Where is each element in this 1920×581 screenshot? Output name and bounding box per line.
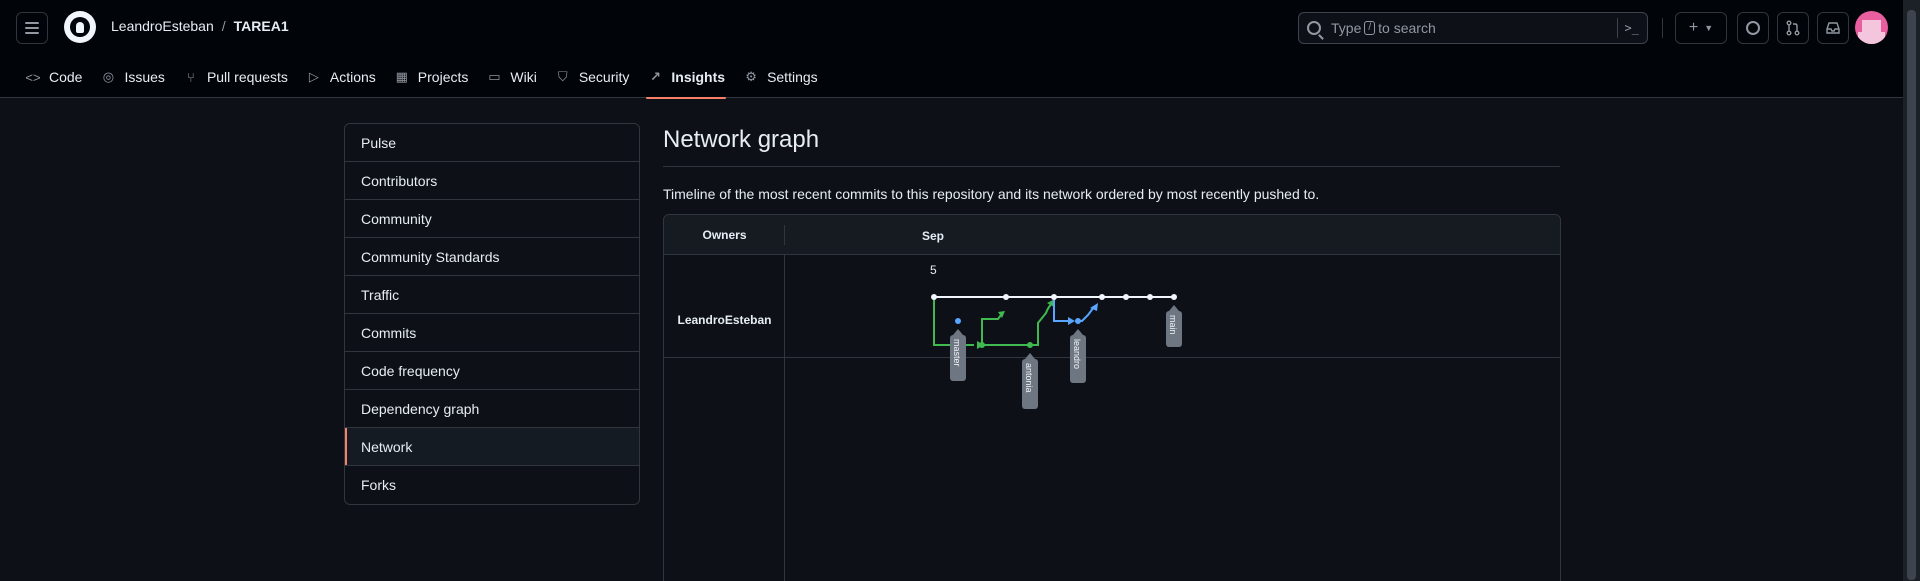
page-scrollbar[interactable] xyxy=(1903,0,1920,581)
table-icon: ▦ xyxy=(395,69,408,84)
issue-icon: ◎ xyxy=(102,69,115,84)
tab-pull-requests[interactable]: ⑂ Pull requests xyxy=(174,56,297,98)
commit-dot[interactable] xyxy=(1147,294,1153,300)
tab-label: Actions xyxy=(329,69,376,85)
title-divider xyxy=(663,166,1560,167)
branch-label-master[interactable]: master xyxy=(950,329,966,381)
issues-button[interactable] xyxy=(1737,12,1769,44)
menu-item-commits[interactable]: Commits xyxy=(345,314,639,352)
tab-label: Security xyxy=(578,69,630,85)
tab-settings[interactable]: ⚙ Settings xyxy=(734,56,827,98)
pull-request-icon: ⑂ xyxy=(187,69,195,85)
search-icon xyxy=(1307,21,1321,35)
play-icon: ▷ xyxy=(308,69,319,84)
gear-icon: ⚙ xyxy=(745,69,757,84)
tab-issues[interactable]: ◎ Issues xyxy=(91,56,173,98)
shield-icon: ⛉ xyxy=(557,69,568,84)
inbox-button[interactable] xyxy=(1817,12,1849,44)
insights-menu: Pulse Contributors Community Community Stan… xyxy=(344,123,640,505)
tab-label: Issues xyxy=(124,69,165,85)
tab-label: Insights xyxy=(671,69,726,85)
menu-item-contributors[interactable]: Contributors xyxy=(345,162,639,200)
search-input[interactable]: Type / to search >_ xyxy=(1298,12,1648,44)
header-divider xyxy=(1662,18,1663,38)
tab-projects[interactable]: ▦ Projects xyxy=(385,56,478,98)
commit-dot[interactable] xyxy=(1099,294,1105,300)
search-shortcut-key: / xyxy=(1364,21,1376,35)
issue-icon xyxy=(1746,21,1760,35)
page-description: Timeline of the most recent commits to t… xyxy=(663,186,1320,202)
graph-icon: ↗ xyxy=(649,69,661,84)
tab-wiki[interactable]: ▭ Wiki xyxy=(477,56,545,98)
menu-item-community-standards[interactable]: Community Standards xyxy=(345,238,639,276)
command-palette-icon[interactable]: >_ xyxy=(1617,18,1639,38)
branch-label-main[interactable]: main xyxy=(1166,305,1182,347)
commit-graph[interactable]: master antonia leandro main xyxy=(664,215,1561,415)
commit-dot[interactable] xyxy=(955,318,961,324)
breadcrumb-repo[interactable]: TAREA1 xyxy=(234,18,289,34)
repo-nav: <> Code ◎ Issues ⑂ Pull requests ▷ Actions ▦ Proj… xyxy=(16,56,827,99)
network-graph: Owners Sep LeandroEsteban 5 master anton… xyxy=(663,214,1561,581)
commit-dot[interactable] xyxy=(1123,294,1129,300)
menu-item-network[interactable]: Network xyxy=(345,428,639,466)
commit-dot[interactable] xyxy=(1075,318,1081,324)
commit-dot[interactable] xyxy=(979,342,985,348)
scrollbar-thumb[interactable] xyxy=(1907,10,1916,580)
branch-label-master-text: master xyxy=(952,339,962,367)
branch-label-antonia-text: antonia xyxy=(1024,363,1034,393)
tab-label: Settings xyxy=(767,69,818,85)
plus-icon: + xyxy=(1688,19,1699,36)
tab-insights[interactable]: ↗ Insights xyxy=(638,56,734,99)
pull-request-icon xyxy=(1786,20,1800,36)
breadcrumb-owner[interactable]: LeandroEsteban xyxy=(111,18,214,34)
inbox-icon xyxy=(1826,22,1840,34)
search-suffix: to search xyxy=(1378,20,1436,36)
page-title: Network graph xyxy=(663,126,820,153)
breadcrumb: LeandroEsteban / TAREA1 xyxy=(111,18,289,34)
branch-label-main-text: main xyxy=(1168,315,1178,335)
commit-dot[interactable] xyxy=(1027,342,1033,348)
tab-code[interactable]: <> Code xyxy=(16,56,91,98)
app: LeandroEsteban / TAREA1 Type / to search… xyxy=(0,0,1920,581)
avatar[interactable] xyxy=(1855,11,1888,44)
branch-label-antonia[interactable]: antonia xyxy=(1022,353,1038,409)
code-icon: <> xyxy=(25,69,41,85)
commit-dot[interactable] xyxy=(1051,294,1057,300)
create-new-button[interactable]: + ▼ xyxy=(1675,12,1727,44)
menu-item-forks[interactable]: Forks xyxy=(345,466,639,504)
menu-item-dependency-graph[interactable]: Dependency graph xyxy=(345,390,639,428)
book-icon: ▭ xyxy=(488,69,501,84)
commit-dot[interactable] xyxy=(1171,294,1177,300)
menu-item-code-frequency[interactable]: Code frequency xyxy=(345,352,639,390)
menu-icon[interactable] xyxy=(16,12,48,44)
tab-label: Projects xyxy=(417,69,469,85)
commit-dot[interactable] xyxy=(1003,294,1009,300)
chevron-down-icon: ▼ xyxy=(1704,23,1714,33)
github-logo-icon[interactable] xyxy=(64,11,96,43)
tab-label: Pull requests xyxy=(206,69,288,85)
global-header: LeandroEsteban / TAREA1 Type / to search… xyxy=(0,0,1903,99)
menu-item-community[interactable]: Community xyxy=(345,200,639,238)
tab-actions[interactable]: ▷ Actions xyxy=(297,56,385,98)
branch-label-leandro-text: leandro xyxy=(1072,339,1082,369)
tab-label: Wiki xyxy=(510,69,537,85)
branch-line-blue xyxy=(1053,297,1095,322)
menu-item-traffic[interactable]: Traffic xyxy=(345,276,639,314)
pull-requests-button[interactable] xyxy=(1777,12,1809,44)
header-top-row: LeandroEsteban / TAREA1 Type / to search… xyxy=(0,0,1903,54)
menu-item-pulse[interactable]: Pulse xyxy=(345,124,639,162)
branch-label-leandro[interactable]: leandro xyxy=(1070,329,1086,383)
commit-dot[interactable] xyxy=(931,294,937,300)
arrow-blue-1 xyxy=(1068,317,1075,325)
tab-security[interactable]: ⛉ Security xyxy=(546,56,639,98)
tab-label: Code xyxy=(49,69,83,85)
breadcrumb-separator: / xyxy=(221,18,226,34)
search-prefix: Type xyxy=(1331,20,1362,36)
